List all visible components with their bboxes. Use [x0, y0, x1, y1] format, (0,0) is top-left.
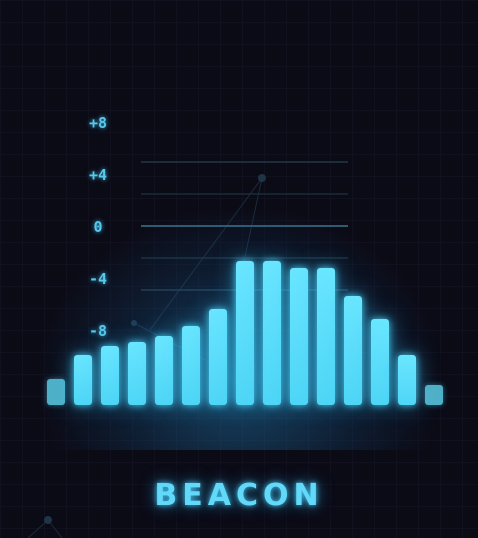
- scale-label-plus-8: +8: [88, 114, 108, 132]
- brand-logo-text: BEACON: [154, 478, 324, 513]
- equalizer-bar-10: [290, 268, 308, 405]
- equalizer-bar-3: [101, 346, 119, 405]
- equalizer-bar-4: [128, 342, 146, 405]
- equalizer-bar-5: [155, 336, 173, 405]
- equalizer-bar-7: [209, 309, 227, 405]
- equalizer-bar-9: [263, 261, 281, 405]
- equalizer-bar-1: [47, 379, 65, 405]
- equalizer-bar-6: [182, 326, 200, 405]
- scale-label-plus-4: +4: [88, 166, 108, 184]
- equalizer-bar-12: [344, 296, 362, 405]
- equalizer-bar-14: [398, 355, 416, 405]
- equalizer-bar-11: [317, 268, 335, 405]
- equalizer-bar-8: [236, 261, 254, 405]
- scale-label-minus-8: -8: [88, 322, 108, 340]
- beacon-screen: { "brand": { "name": "BEACON" }, "scale"…: [0, 0, 478, 538]
- equalizer-bar-2: [74, 355, 92, 405]
- equalizer-bar-13: [371, 319, 389, 405]
- equalizer-bar-15: [425, 385, 443, 405]
- scale-label-zero: 0: [93, 218, 103, 236]
- scale-label-minus-4: -4: [88, 270, 108, 288]
